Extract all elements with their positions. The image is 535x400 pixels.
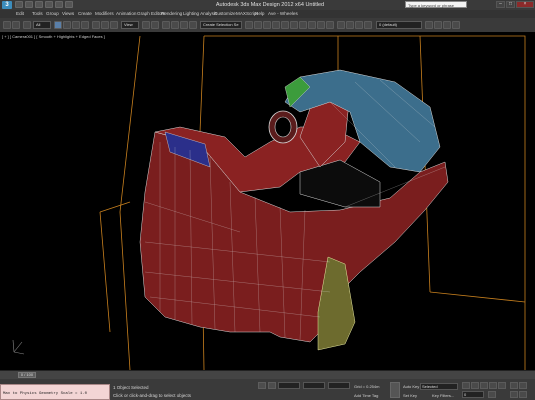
- selection-status: 1 Object Selected: [113, 385, 149, 390]
- select-by-name-icon[interactable]: [63, 21, 71, 29]
- perspective-viewport[interactable]: [ + ] [ Camera001 ] [ Smooth + Highlight…: [0, 32, 535, 370]
- manipulate-icon[interactable]: [151, 21, 159, 29]
- select-link-icon[interactable]: [23, 21, 31, 29]
- move-icon[interactable]: [92, 21, 100, 29]
- time-slider[interactable]: 0 / 100: [18, 372, 36, 378]
- render-production-icon[interactable]: [326, 21, 334, 29]
- close-button[interactable]: ×: [516, 1, 534, 8]
- pivot-center-icon[interactable]: [142, 21, 150, 29]
- align-icon[interactable]: [254, 21, 262, 29]
- menu-rendering[interactable]: Rendering: [161, 10, 182, 18]
- redo-icon[interactable]: [55, 1, 63, 8]
- menu-views[interactable]: Views: [62, 10, 74, 18]
- time-config-icon[interactable]: [488, 391, 496, 398]
- reference-coord-dropdown[interactable]: View: [121, 21, 139, 29]
- save-file-icon[interactable]: [35, 1, 43, 8]
- x-coordinate-field[interactable]: [278, 382, 300, 389]
- menu-group[interactable]: Group: [46, 10, 59, 18]
- add-to-layer-icon[interactable]: [434, 21, 442, 29]
- layer-manager-icon[interactable]: [263, 21, 271, 29]
- mirror-icon[interactable]: [245, 21, 253, 29]
- next-frame-icon[interactable]: [489, 382, 497, 389]
- window-title: Autodesk 3ds Max Design 2012 x64 Untitle…: [215, 2, 325, 8]
- window-crossing-icon[interactable]: [81, 21, 89, 29]
- select-object-icon[interactable]: [54, 21, 62, 29]
- add-time-tag-button[interactable]: Add Time Tag: [354, 393, 378, 398]
- prompt-line: Click or click-and-drag to select object…: [113, 393, 192, 398]
- menu-edit[interactable]: Edit: [16, 10, 24, 18]
- menu-ave-wheeles[interactable]: Ave - Wheeles: [268, 10, 298, 18]
- layer-render-icon[interactable]: [364, 21, 372, 29]
- viewport-canvas[interactable]: [0, 32, 535, 370]
- material-editor-icon[interactable]: [299, 21, 307, 29]
- project-folder-icon[interactable]: [65, 1, 73, 8]
- pipe-ring[interactable]: [268, 110, 298, 144]
- zoom-all-icon[interactable]: [519, 382, 527, 389]
- set-current-layer-icon[interactable]: [452, 21, 460, 29]
- absolute-mode-icon[interactable]: [268, 382, 276, 389]
- minimize-button[interactable]: –: [496, 1, 505, 8]
- key-mode-dropdown[interactable]: Selected: [420, 383, 458, 390]
- layer-freeze-icon[interactable]: [355, 21, 363, 29]
- set-key-button[interactable]: Set Key: [403, 393, 417, 398]
- layer-visibility-icon[interactable]: [346, 21, 354, 29]
- current-frame-field[interactable]: 0: [462, 391, 484, 398]
- key-filters-button[interactable]: Key Filters...: [432, 393, 454, 398]
- undo-icon[interactable]: [45, 1, 53, 8]
- rotate-icon[interactable]: [101, 21, 109, 29]
- zoom-icon[interactable]: [510, 382, 518, 389]
- spinner-snap-icon[interactable]: [189, 21, 197, 29]
- maxscript-output: Max to Physics Geometry Scale = 1.0: [3, 392, 88, 396]
- create-layer-icon[interactable]: [425, 21, 433, 29]
- search-input[interactable]: Type a keyword or phrase: [405, 1, 467, 8]
- new-file-icon[interactable]: [15, 1, 23, 8]
- undo-toolbar-icon[interactable]: [3, 21, 11, 29]
- menu-help[interactable]: Help: [255, 10, 264, 18]
- menu-modifiers[interactable]: Modifiers: [95, 10, 114, 18]
- previous-frame-icon[interactable]: [471, 382, 479, 389]
- redo-toolbar-icon[interactable]: [12, 21, 20, 29]
- maximize-button[interactable]: □: [506, 1, 515, 8]
- named-selection-dropdown[interactable]: Create Selection Se: [200, 21, 242, 29]
- set-key-big-icon[interactable]: [390, 382, 400, 398]
- z-coordinate-field[interactable]: [328, 382, 350, 389]
- pan-icon[interactable]: [510, 391, 518, 398]
- play-icon[interactable]: [480, 382, 488, 389]
- go-to-start-icon[interactable]: [462, 382, 470, 389]
- scale-icon[interactable]: [110, 21, 118, 29]
- rectangle-selection-icon[interactable]: [72, 21, 80, 29]
- snaps-toggle-icon[interactable]: [162, 21, 170, 29]
- curve-editor-icon[interactable]: [281, 21, 289, 29]
- render-setup-icon[interactable]: [308, 21, 316, 29]
- menu-tools[interactable]: Tools: [32, 10, 43, 18]
- layer-dropdown[interactable]: 0 (default): [376, 21, 422, 29]
- orbit-icon[interactable]: [519, 391, 527, 398]
- grid-size-text: Grid = 0.254m: [354, 384, 380, 389]
- viewport-label[interactable]: [ + ] [ Camera001 ] [ Smooth + Highlight…: [2, 34, 105, 39]
- open-file-icon[interactable]: [25, 1, 33, 8]
- y-coordinate-field[interactable]: [303, 382, 325, 389]
- maxscript-mini-listener[interactable]: Max to Physics Geometry Scale = 1.0: [0, 384, 110, 400]
- rendered-frame-icon[interactable]: [317, 21, 325, 29]
- menu-animation[interactable]: Animation: [116, 10, 136, 18]
- schematic-view-icon[interactable]: [290, 21, 298, 29]
- auto-key-button[interactable]: Auto Key: [403, 384, 419, 389]
- select-in-layer-icon[interactable]: [443, 21, 451, 29]
- menu-create[interactable]: Create: [78, 10, 92, 18]
- menu-lighting-analysis[interactable]: Lighting Analysis: [183, 10, 217, 18]
- ribbon-toggle-icon[interactable]: [272, 21, 280, 29]
- percent-snap-icon[interactable]: [180, 21, 188, 29]
- selection-filter-dropdown[interactable]: All: [33, 21, 51, 29]
- go-to-end-icon[interactable]: [498, 382, 506, 389]
- layer-icon[interactable]: [337, 21, 345, 29]
- main-toolbar: All View Create Selection Se 0 (default): [0, 18, 535, 33]
- angle-snap-icon[interactable]: [171, 21, 179, 29]
- app-logo-icon[interactable]: 3: [2, 1, 12, 9]
- lock-selection-icon[interactable]: [258, 382, 266, 389]
- menu-customize[interactable]: Customize: [214, 10, 236, 18]
